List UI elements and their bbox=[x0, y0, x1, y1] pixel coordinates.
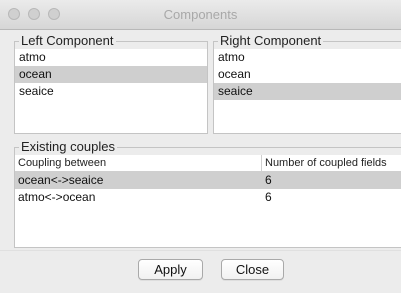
close-button[interactable]: Close bbox=[221, 259, 284, 280]
table-header: Coupling between Number of coupled field… bbox=[15, 155, 401, 172]
column-header-coupling[interactable]: Coupling between bbox=[15, 155, 262, 171]
apply-button[interactable]: Apply bbox=[138, 259, 203, 280]
window-title: Components bbox=[163, 7, 238, 22]
couples-table[interactable]: Coupling between Number of coupled field… bbox=[15, 155, 401, 247]
list-item-atmo[interactable]: atmo bbox=[214, 49, 401, 66]
left-component-title: Left Component bbox=[21, 33, 114, 48]
list-item-seaice[interactable]: seaice bbox=[214, 83, 401, 100]
list-item-ocean[interactable]: ocean bbox=[214, 66, 401, 83]
list-item-seaice[interactable]: seaice bbox=[15, 83, 207, 100]
right-component-list[interactable]: atmo ocean seaice bbox=[214, 49, 401, 133]
list-item-atmo[interactable]: atmo bbox=[15, 49, 207, 66]
window-titlebar: Components bbox=[0, 0, 401, 30]
right-component-title: Right Component bbox=[220, 33, 322, 48]
list-item-ocean[interactable]: ocean bbox=[15, 66, 207, 83]
coupled-fields-count: 6 bbox=[265, 173, 272, 187]
left-component-list[interactable]: atmo ocean seaice bbox=[15, 49, 207, 133]
table-row[interactable]: ocean<->seaice 6 bbox=[15, 172, 401, 189]
footer-divider bbox=[0, 250, 401, 251]
coupling-pair: ocean<->seaice bbox=[18, 173, 104, 187]
existing-couples-title: Existing couples bbox=[21, 139, 115, 154]
column-header-fields[interactable]: Number of coupled fields bbox=[262, 155, 401, 171]
coupled-fields-count: 6 bbox=[265, 190, 272, 204]
coupling-pair: atmo<->ocean bbox=[18, 190, 96, 204]
table-row[interactable]: atmo<->ocean 6 bbox=[15, 189, 401, 206]
